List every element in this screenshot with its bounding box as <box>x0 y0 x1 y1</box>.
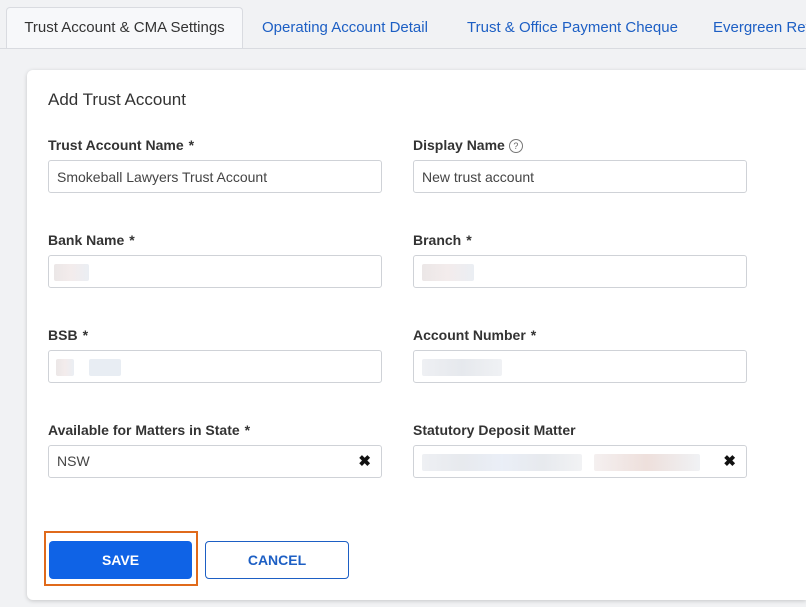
redacted-value <box>594 454 700 471</box>
redacted-value <box>422 454 582 471</box>
tab-evergreen[interactable]: Evergreen Ret <box>713 7 806 48</box>
tab-operating-account-detail[interactable]: Operating Account Detail <box>262 7 428 48</box>
help-icon[interactable]: ? <box>508 139 523 153</box>
branch-input[interactable] <box>413 255 747 288</box>
state-selected-value: NSW <box>57 453 90 469</box>
tab-trust-account-cma-settings[interactable]: Trust Account & CMA Settings <box>6 7 243 48</box>
required-marker: * <box>530 327 537 343</box>
required-marker: * <box>129 232 135 248</box>
bank-name-label: Bank Name * <box>48 232 135 248</box>
account-number-input[interactable] <box>413 350 747 383</box>
display-name-input[interactable] <box>413 160 747 193</box>
statutory-deposit-matter-select[interactable]: ✖ <box>413 445 747 478</box>
required-marker: * <box>82 327 89 343</box>
redacted-value <box>56 359 74 376</box>
clear-selection-icon[interactable]: ✖ <box>723 446 736 477</box>
tab-trust-office-payment-cheque[interactable]: Trust & Office Payment Cheque <box>467 7 678 48</box>
save-button[interactable]: SAVE <box>49 541 192 579</box>
required-marker: * <box>466 232 472 248</box>
trust-account-name-input[interactable] <box>48 160 382 193</box>
display-name-label: Display Name? <box>413 137 523 153</box>
state-label: Available for Matters in State * <box>48 422 251 438</box>
bank-name-input[interactable] <box>48 255 382 288</box>
bsb-input[interactable] <box>48 350 382 383</box>
tab-bar: Trust Account & CMA Settings Operating A… <box>0 0 806 49</box>
bsb-label: BSB * <box>48 327 89 343</box>
statutory-deposit-matter-label: Statutory Deposit Matter <box>413 422 576 438</box>
redacted-value <box>54 264 89 281</box>
redacted-value <box>422 264 474 281</box>
redacted-value <box>89 359 121 376</box>
required-marker: * <box>244 422 251 438</box>
state-select[interactable]: NSW ✖ <box>48 445 382 478</box>
trust-account-name-label: Trust Account Name * <box>48 137 195 153</box>
redacted-value <box>422 359 502 376</box>
clear-selection-icon[interactable]: ✖ <box>358 446 371 477</box>
account-number-label: Account Number * <box>413 327 537 343</box>
form-title: Add Trust Account <box>48 90 186 109</box>
branch-label: Branch * <box>413 232 472 248</box>
required-marker: * <box>188 137 195 153</box>
cancel-button[interactable]: CANCEL <box>205 541 349 579</box>
